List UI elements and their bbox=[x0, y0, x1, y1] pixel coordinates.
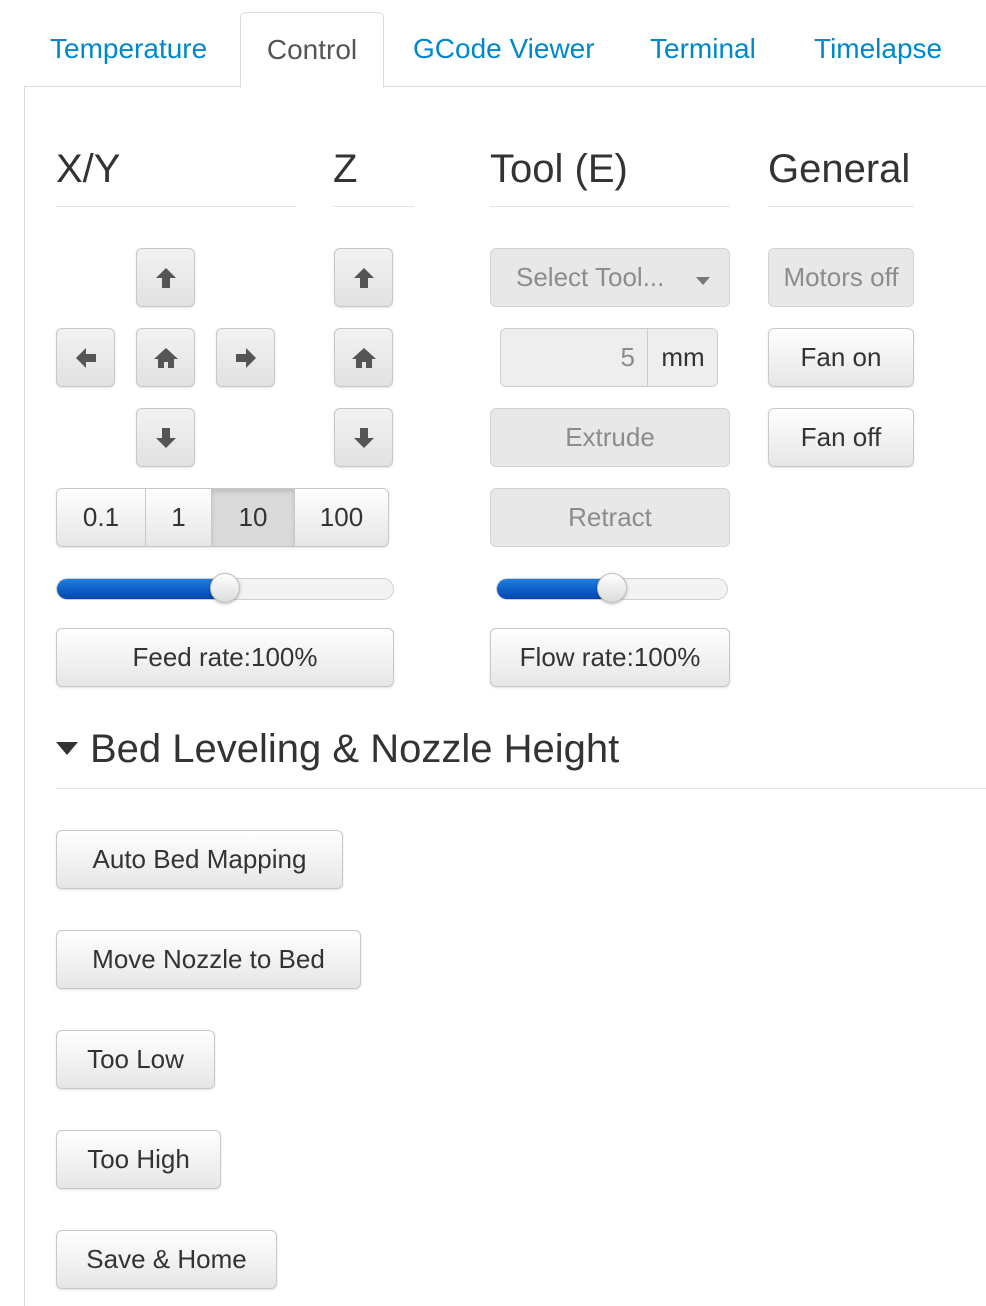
extrude-amount-group: mm bbox=[500, 328, 718, 387]
tab-gcode-viewer[interactable]: GCode Viewer bbox=[413, 12, 595, 86]
jog-x-plus-button[interactable] bbox=[216, 328, 275, 387]
general-heading: General bbox=[768, 147, 911, 191]
general-heading-rule bbox=[768, 206, 914, 207]
home-icon bbox=[351, 347, 376, 368]
caret-down-icon bbox=[56, 741, 78, 755]
home-xy-button[interactable] bbox=[136, 328, 195, 387]
feed-rate-slider-thumb[interactable] bbox=[210, 573, 240, 603]
fan-off-button[interactable]: Fan off bbox=[768, 408, 914, 467]
caret-down-icon bbox=[696, 277, 710, 285]
bed-leveling-header[interactable]: Bed Leveling & Nozzle Height bbox=[56, 726, 619, 772]
retract-button[interactable]: Retract bbox=[490, 488, 730, 547]
tab-bar: Temperature Control GCode Viewer Termina… bbox=[0, 0, 986, 88]
xy-heading: X/Y bbox=[56, 147, 121, 191]
jog-z-minus-button[interactable] bbox=[334, 408, 393, 467]
flow-rate-slider-thumb[interactable] bbox=[597, 573, 627, 603]
too-high-button[interactable]: Too High bbox=[56, 1130, 221, 1189]
distance-100-button[interactable]: 100 bbox=[295, 489, 388, 546]
extrude-amount-input[interactable] bbox=[501, 329, 647, 386]
arrow-down-icon bbox=[155, 427, 176, 448]
jog-x-minus-button[interactable] bbox=[56, 328, 115, 387]
select-tool-dropdown[interactable]: Select Tool... bbox=[490, 248, 730, 307]
feed-rate-button[interactable]: Feed rate:100% bbox=[56, 628, 394, 687]
tab-timelapse[interactable]: Timelapse bbox=[814, 12, 942, 86]
fan-on-button[interactable]: Fan on bbox=[768, 328, 914, 387]
arrow-up-icon bbox=[155, 267, 176, 288]
jog-y-plus-button[interactable] bbox=[136, 248, 195, 307]
bed-leveling-title: Bed Leveling & Nozzle Height bbox=[90, 727, 620, 771]
arrow-left-icon bbox=[75, 347, 96, 368]
bed-leveling-rule bbox=[56, 788, 986, 789]
z-heading: Z bbox=[333, 147, 358, 191]
flow-rate-button[interactable]: Flow rate:100% bbox=[490, 628, 730, 687]
distance-0-1-button[interactable]: 0.1 bbox=[57, 489, 146, 546]
arrow-up-icon bbox=[353, 267, 374, 288]
tab-divider bbox=[24, 86, 986, 87]
distance-10-button[interactable]: 10 bbox=[212, 489, 295, 546]
motors-off-button[interactable]: Motors off bbox=[768, 248, 914, 307]
tab-terminal[interactable]: Terminal bbox=[650, 12, 756, 86]
pane-border bbox=[24, 86, 25, 1306]
too-low-button[interactable]: Too Low bbox=[56, 1030, 215, 1089]
feed-rate-slider[interactable] bbox=[56, 573, 394, 603]
z-heading-rule bbox=[333, 206, 414, 207]
distance-1-button[interactable]: 1 bbox=[146, 489, 212, 546]
jog-distance-group: 0.1 1 10 100 bbox=[56, 488, 389, 547]
feed-rate-slider-fill bbox=[57, 579, 225, 599]
flow-rate-slider-fill bbox=[497, 579, 612, 599]
arrow-right-icon bbox=[235, 347, 256, 368]
tool-heading: Tool (E) bbox=[490, 147, 628, 191]
arrow-down-icon bbox=[353, 427, 374, 448]
jog-z-plus-button[interactable] bbox=[334, 248, 393, 307]
auto-bed-mapping-button[interactable]: Auto Bed Mapping bbox=[56, 830, 343, 889]
tool-heading-rule bbox=[490, 206, 730, 207]
save-and-home-button[interactable]: Save & Home bbox=[56, 1230, 277, 1289]
xy-heading-rule bbox=[56, 206, 296, 207]
jog-y-minus-button[interactable] bbox=[136, 408, 195, 467]
tab-temperature[interactable]: Temperature bbox=[50, 12, 207, 86]
home-icon bbox=[153, 347, 178, 368]
select-tool-label: Select Tool... bbox=[516, 262, 665, 292]
tab-control[interactable]: Control bbox=[240, 12, 384, 88]
unit-addon: mm bbox=[647, 329, 717, 386]
home-z-button[interactable] bbox=[334, 328, 393, 387]
flow-rate-slider[interactable] bbox=[496, 573, 728, 603]
move-nozzle-to-bed-button[interactable]: Move Nozzle to Bed bbox=[56, 930, 361, 989]
extrude-button[interactable]: Extrude bbox=[490, 408, 730, 467]
